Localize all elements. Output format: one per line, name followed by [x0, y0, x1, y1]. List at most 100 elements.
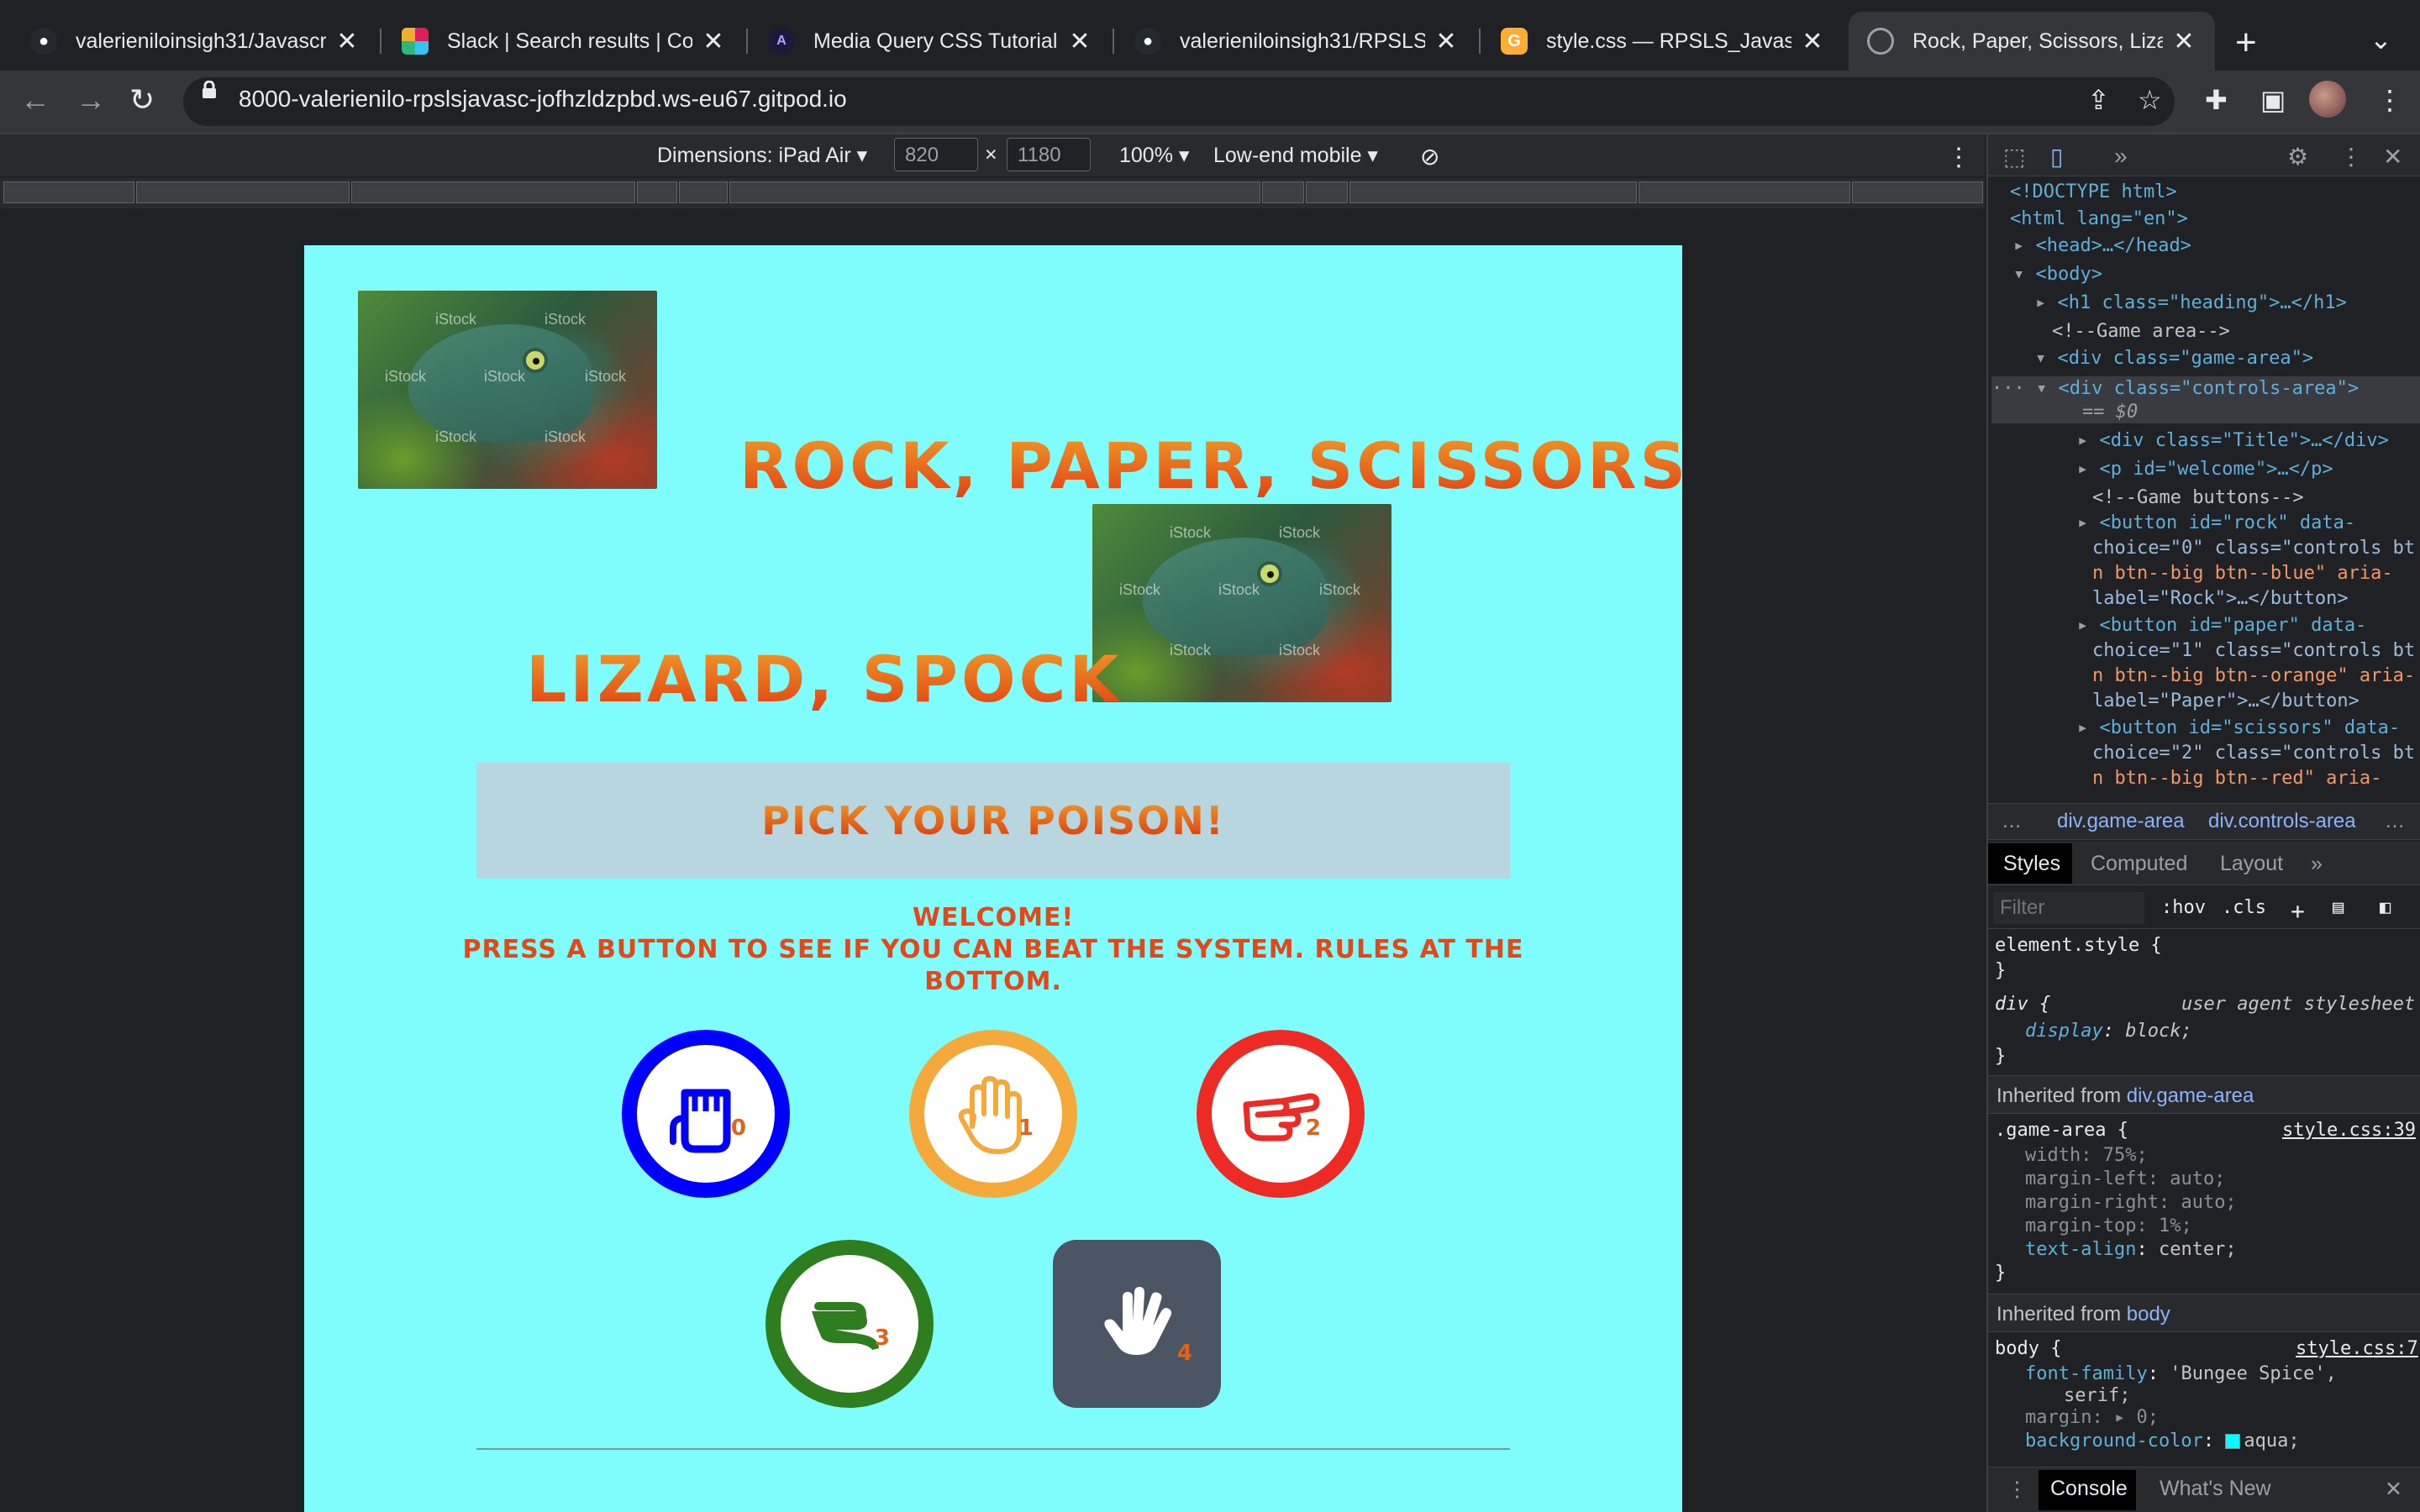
browser-tab[interactable]: ● valerieniloinsigh31/Javascri ✕: [12, 12, 378, 71]
close-icon[interactable]: ✕: [334, 27, 360, 56]
inspect-element-icon[interactable]: ⬚: [2003, 143, 2025, 171]
menu-icon[interactable]: ⋮: [2339, 143, 2363, 171]
rock-button[interactable]: 0: [622, 1030, 790, 1198]
source-link[interactable]: style.css:7: [2296, 1337, 2418, 1361]
css-selector[interactable]: body {: [1995, 1337, 2061, 1361]
dom-line[interactable]: ▸ <button id="paper" data-: [2077, 613, 2366, 638]
browser-tab[interactable]: G style.css — RPSLS_Javascr ✕: [1482, 12, 1844, 71]
extensions-icon[interactable]: ✚: [2205, 84, 2228, 116]
more-tabs-icon[interactable]: »: [2311, 852, 2323, 876]
css-selector[interactable]: div {: [1995, 993, 2050, 1016]
device-toggle-icon[interactable]: ▯: [2050, 143, 2063, 171]
css-declaration[interactable]: display: block;: [2025, 1020, 2192, 1043]
dom-line[interactable]: ▸ <p id="welcome">…</p>: [2077, 457, 2333, 482]
source-link[interactable]: style.css:39: [2282, 1119, 2416, 1142]
zoom-select[interactable]: 100% ▾: [1119, 143, 1189, 168]
spock-button[interactable]: 4: [1053, 1240, 1221, 1408]
media-query-segment[interactable]: [729, 181, 1260, 203]
lock-icon[interactable]: [200, 81, 218, 99]
close-icon[interactable]: ✕: [2385, 1477, 2402, 1502]
throttle-select[interactable]: Low-end mobile ▾: [1213, 143, 1378, 168]
dom-line[interactable]: ▸ <button id="scissors" data-: [2077, 716, 2400, 741]
hover-state-toggle[interactable]: :hov: [2161, 897, 2206, 918]
drawer-menu-icon[interactable]: ⋮: [2007, 1477, 2028, 1502]
close-icon[interactable]: ✕: [2171, 27, 2196, 56]
css-declaration[interactable]: background-color: aqua;: [2025, 1430, 2300, 1453]
close-icon[interactable]: ✕: [2383, 143, 2402, 171]
color-swatch[interactable]: [2225, 1434, 2241, 1449]
dom-line[interactable]: ▸ <h1 class="heading">…</h1>: [2035, 291, 2347, 316]
dom-line[interactable]: <!--Game area-->: [2052, 319, 2230, 344]
class-toggle[interactable]: .cls: [2222, 897, 2266, 918]
breadcrumb-item[interactable]: div.controls-area: [2208, 810, 2356, 833]
tab-layout[interactable]: Layout: [2220, 852, 2283, 876]
close-icon[interactable]: ✕: [1800, 27, 1825, 56]
media-query-segment[interactable]: [136, 181, 350, 203]
css-declaration[interactable]: margin-left: auto;: [2025, 1168, 2225, 1191]
styles-filter-input[interactable]: [1993, 892, 2144, 924]
css-declaration[interactable]: width: 75%;: [2025, 1144, 2148, 1168]
dom-line[interactable]: ▾ <div class="game-area">: [2035, 346, 2313, 371]
inherited-link[interactable]: body: [2127, 1303, 2170, 1326]
width-input[interactable]: 820: [894, 138, 978, 171]
dom-line[interactable]: <html lang="en">: [2010, 207, 2188, 232]
css-declaration[interactable]: margin-right: auto;: [2025, 1191, 2237, 1215]
forward-icon[interactable]: →: [76, 82, 106, 118]
lizard-button[interactable]: 3: [765, 1240, 934, 1408]
tab-styles[interactable]: Styles: [2003, 852, 2060, 876]
new-tab-button[interactable]: +: [2235, 22, 2257, 64]
css-selector[interactable]: element.style {: [1995, 934, 2162, 958]
css-declaration[interactable]: margin: ▸ 0;: [2025, 1406, 2159, 1430]
media-query-segment[interactable]: [1852, 181, 1983, 203]
dom-line[interactable]: <!--Game buttons-->: [2092, 486, 2304, 511]
css-declaration[interactable]: font-family: 'Bungee Spice',: [2025, 1362, 2337, 1386]
dom-line[interactable]: ▾ <body>: [2013, 262, 2102, 287]
css-declaration[interactable]: margin-top: 1%;: [2025, 1215, 2192, 1238]
device-dimensions-select[interactable]: Dimensions: iPad Air ▾: [657, 143, 867, 168]
breadcrumb-item[interactable]: div.game-area: [2057, 810, 2185, 833]
paint-icon[interactable]: ▤: [2333, 897, 2344, 918]
media-query-segment[interactable]: [1262, 181, 1304, 203]
bookmark-star-icon[interactable]: ☆: [2138, 84, 2162, 116]
close-icon[interactable]: ✕: [701, 27, 726, 56]
more-options-icon[interactable]: ⋮: [1946, 143, 1971, 172]
sidebar-toggle-icon[interactable]: ◧: [2380, 897, 2391, 918]
dom-line[interactable]: <!DOCTYPE html>: [2010, 180, 2177, 205]
inherited-link[interactable]: div.game-area: [2127, 1084, 2254, 1107]
dom-line[interactable]: ▸ <div class="Title">…</div>: [2077, 428, 2389, 454]
rotate-icon[interactable]: ⊘: [1420, 143, 1439, 171]
css-declaration[interactable]: text-align: center;: [2025, 1238, 2237, 1262]
back-icon[interactable]: ←: [20, 82, 50, 118]
media-query-segment[interactable]: [1306, 181, 1348, 203]
close-icon[interactable]: ✕: [1067, 27, 1092, 56]
side-panel-icon[interactable]: ▣: [2260, 84, 2286, 116]
menu-icon[interactable]: ⋮: [2376, 84, 2403, 116]
browser-tab[interactable]: ● valerieniloinsigh31/RPSLS_ ✕: [1116, 12, 1477, 71]
media-query-segment[interactable]: [3, 181, 134, 203]
tab-whats-new[interactable]: What's New: [2160, 1477, 2271, 1501]
dom-line[interactable]: ▸ <button id="rock" data-: [2077, 511, 2355, 536]
add-rule-icon[interactable]: +: [2291, 897, 2305, 925]
avatar[interactable]: [2309, 81, 2346, 118]
reload-icon[interactable]: ↻: [129, 82, 155, 118]
share-icon[interactable]: ⇪: [2087, 84, 2110, 116]
dom-line-selected[interactable]: ··· ▾ <div class="controls-area">: [1991, 376, 2359, 402]
media-query-segment[interactable]: [351, 181, 635, 203]
media-query-segment[interactable]: [679, 181, 728, 203]
height-input[interactable]: 1180: [1007, 138, 1091, 171]
more-panels-icon[interactable]: »: [2114, 143, 2128, 170]
browser-tab[interactable]: Slack | Search results | Cod ✕: [383, 12, 744, 71]
close-icon[interactable]: ✕: [1434, 27, 1459, 56]
url-text[interactable]: 8000-valerienilo-rpslsjavasc-jofhzldzpbd…: [239, 86, 847, 113]
scissors-button[interactable]: 2: [1197, 1030, 1365, 1198]
breadcrumb-item[interactable]: …: [2385, 810, 2405, 833]
chevron-down-icon[interactable]: ⌄: [2370, 24, 2392, 55]
paper-button[interactable]: 1: [909, 1030, 1077, 1198]
media-query-segment[interactable]: [1349, 181, 1637, 203]
tab-computed[interactable]: Computed: [2091, 852, 2187, 876]
dom-line[interactable]: ▸ <head>…</head>: [2013, 234, 2191, 259]
tab-console[interactable]: Console: [2050, 1477, 2128, 1501]
gear-icon[interactable]: ⚙: [2287, 143, 2308, 171]
media-query-segment[interactable]: [637, 181, 677, 203]
breadcrumb-item[interactable]: …: [2002, 810, 2022, 833]
